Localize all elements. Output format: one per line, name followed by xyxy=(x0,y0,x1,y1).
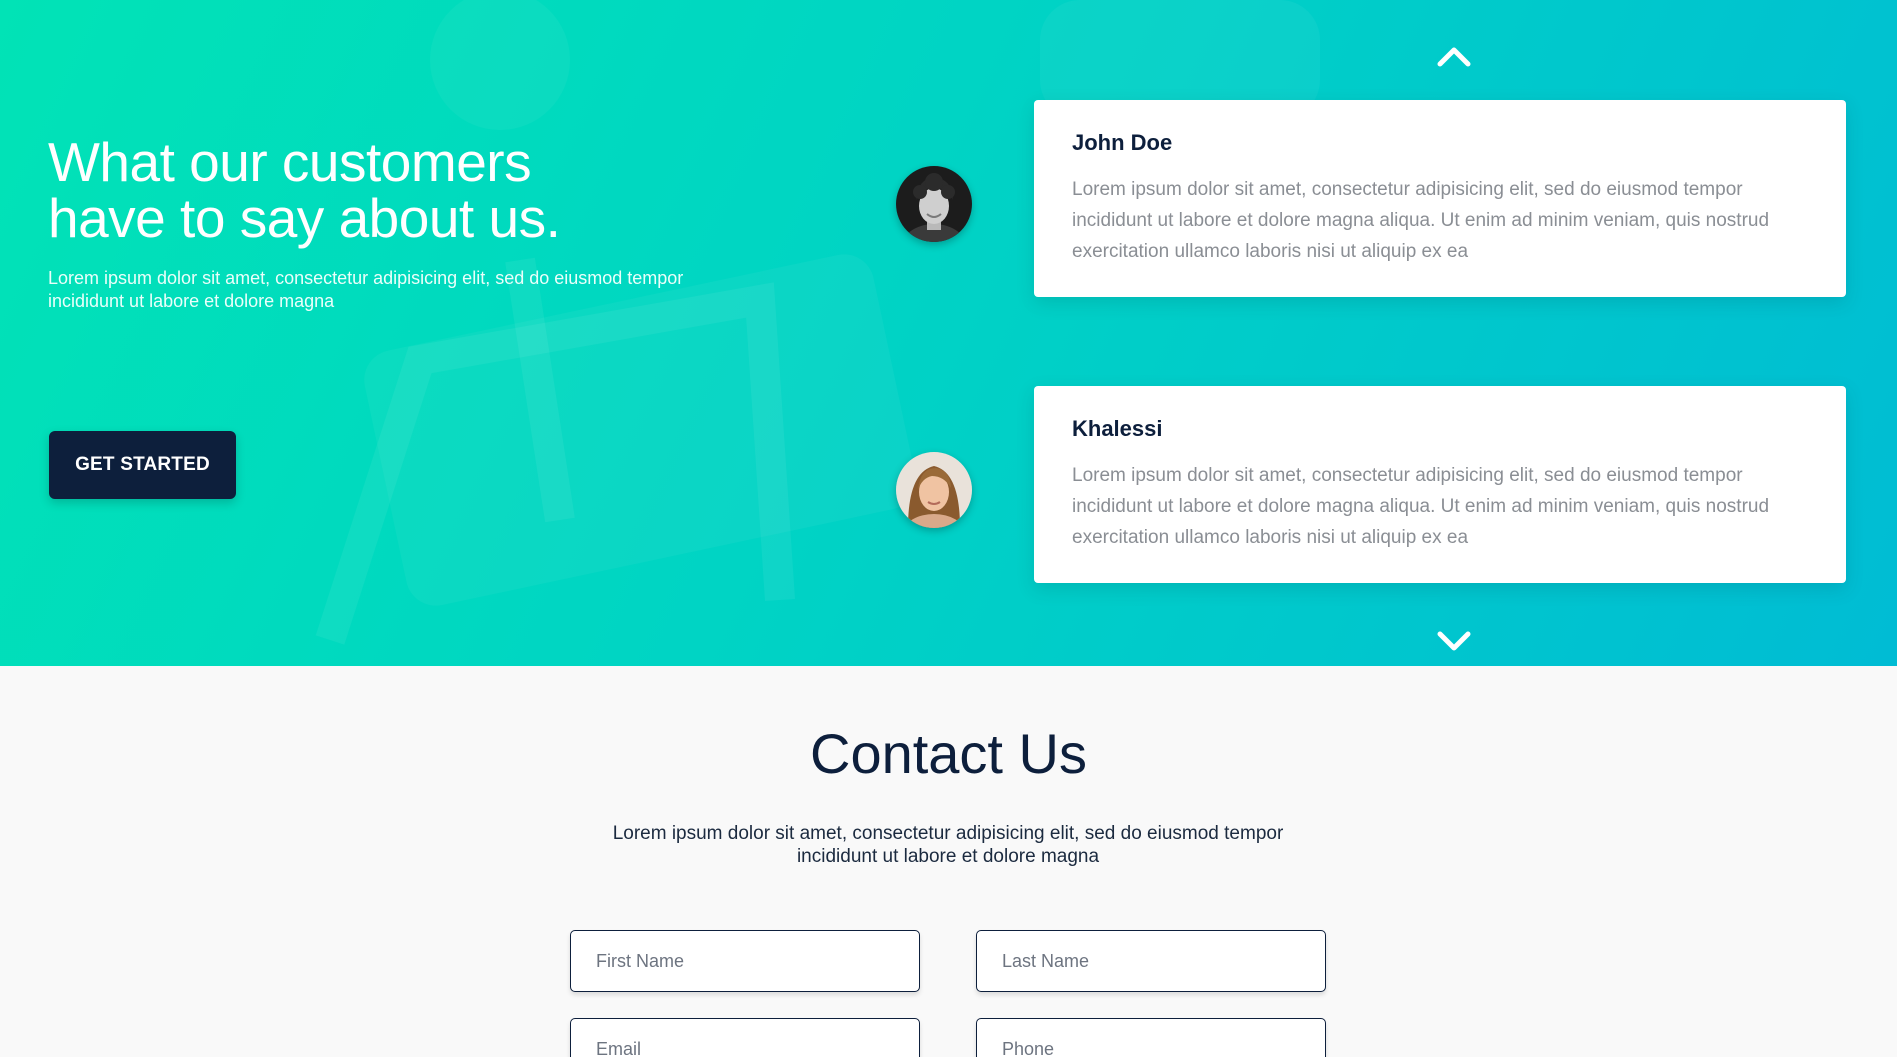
testimonials-section: What our customers have to say about us.… xyxy=(0,0,1897,666)
testimonial-author: John Doe xyxy=(1072,130,1173,155)
testimonial-card: Khalessi Lorem ipsum dolor sit amet, con… xyxy=(1034,386,1846,583)
testimonial-text: Lorem ipsum dolor sit amet, consectetur … xyxy=(1072,179,1770,262)
contact-heading: Contact Us xyxy=(810,722,1087,785)
phone-field[interactable] xyxy=(976,1018,1326,1057)
first-name-field[interactable] xyxy=(570,930,920,992)
heading-line-1: What our customers xyxy=(48,131,532,193)
chevron-down-icon[interactable] xyxy=(1434,628,1474,656)
testimonial-text: Lorem ipsum dolor sit amet, consectetur … xyxy=(1072,465,1770,548)
heading-line-2: have to say about us. xyxy=(48,187,561,249)
contact-subtitle: Lorem ipsum dolor sit amet, consectetur … xyxy=(612,823,1284,867)
get-started-button[interactable]: GET STARTED xyxy=(49,431,236,499)
avatar-khalessi xyxy=(896,452,972,528)
testimonial-author: Khalessi xyxy=(1072,416,1163,441)
testimonials-subtitle: Lorem ipsum dolor sit amet, consectetur … xyxy=(48,268,684,311)
testimonial-card: John Doe Lorem ipsum dolor sit amet, con… xyxy=(1034,100,1846,297)
email-field[interactable] xyxy=(570,1018,920,1057)
testimonials-heading: What our customers have to say about us. xyxy=(48,134,768,246)
chevron-up-icon[interactable] xyxy=(1434,42,1474,70)
avatar-john-doe xyxy=(896,166,972,242)
last-name-field[interactable] xyxy=(976,930,1326,992)
